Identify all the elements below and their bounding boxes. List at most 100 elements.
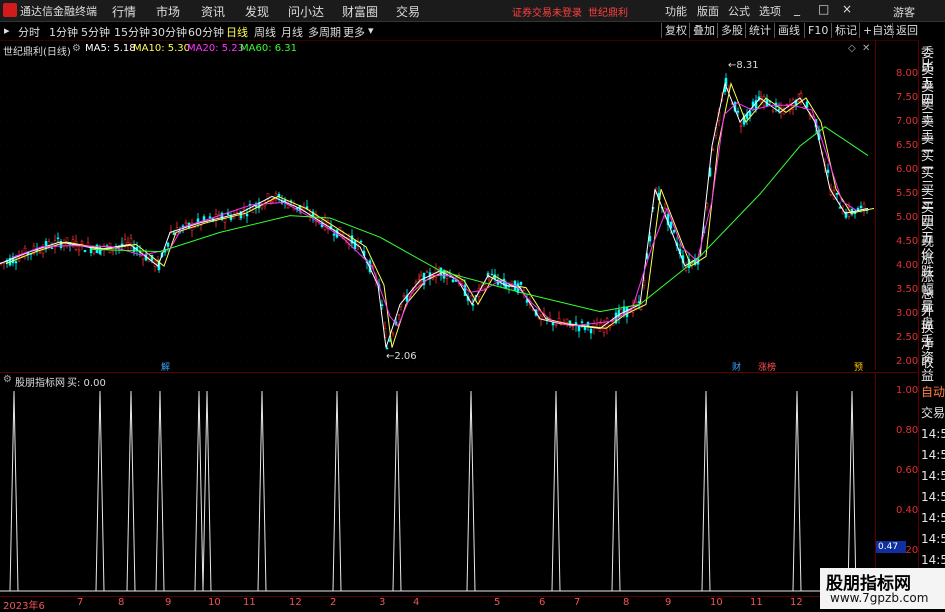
stats-button[interactable]: 统计 <box>745 23 774 38</box>
candle-body <box>353 240 357 250</box>
maximize-button[interactable]: □ <box>818 2 829 16</box>
indicator-tick-label: 0.80 <box>896 425 919 436</box>
tool-layout[interactable]: 版面 <box>697 3 719 19</box>
candle-body <box>826 169 830 174</box>
time-tick-label: 11 <box>750 597 763 608</box>
buy-signal-spike <box>551 390 561 592</box>
title-bar <box>0 0 945 22</box>
candle-body <box>736 110 740 113</box>
candle-body <box>805 101 809 108</box>
time-tick-label: 12 <box>289 597 302 608</box>
menu-item-trade[interactable]: 交易 <box>396 3 420 20</box>
candle-body <box>577 326 581 332</box>
collapse-icon[interactable]: ▸ <box>4 24 10 37</box>
candle-body <box>129 238 133 245</box>
price-tick-label: 3.50 <box>896 284 919 295</box>
candle-body <box>705 202 709 208</box>
candle-body <box>92 249 96 254</box>
candle-body <box>269 201 273 203</box>
candle-body <box>637 301 641 303</box>
tab-1min[interactable]: 1分钟 <box>49 24 78 40</box>
buy-signal-spike <box>611 390 621 592</box>
time-tick-label: 4 <box>413 597 420 608</box>
tab-15min[interactable]: 15分钟 <box>114 24 150 40</box>
tab-monthly[interactable]: 月线 <box>281 24 303 40</box>
candle-body <box>166 242 170 247</box>
tab-daily[interactable]: 日线 <box>226 24 248 40</box>
f10-button[interactable]: F10 <box>804 23 831 38</box>
price-tick-label: 6.50 <box>896 140 919 151</box>
tab-60min[interactable]: 60分钟 <box>188 24 224 40</box>
price-tick-label: 2.00 <box>896 356 919 367</box>
draw-button[interactable]: 画线 <box>774 23 803 38</box>
price-tick-label: 6.00 <box>896 164 919 175</box>
candle-body <box>141 254 145 260</box>
menu-item-discover[interactable]: 发现 <box>245 3 269 20</box>
pane-divider <box>0 372 918 373</box>
close-button[interactable]: × <box>842 2 852 16</box>
price-tick-label: 5.00 <box>896 212 919 223</box>
menu-item-wealth[interactable]: 财富圈 <box>342 3 378 20</box>
tab-5min[interactable]: 5分钟 <box>81 24 110 40</box>
indicator-chart[interactable] <box>0 385 875 596</box>
time-tick-label: 2023年6 <box>3 601 45 612</box>
candlestick-chart[interactable] <box>0 40 875 370</box>
tab-intraday[interactable]: 分时 <box>18 24 40 40</box>
candle-body <box>385 347 389 350</box>
menu-item-ask[interactable]: 问小达 <box>288 3 324 20</box>
user-label[interactable]: 游客 <box>893 4 915 20</box>
login-notice[interactable]: 证券交易未登录 <box>512 4 582 19</box>
candle-body <box>483 284 487 289</box>
candle-body <box>431 277 435 280</box>
minimize-button[interactable]: _ <box>794 2 800 16</box>
auto-trade-label[interactable]: 自动 <box>921 386 945 399</box>
overlay-button[interactable]: 叠加 <box>689 23 718 38</box>
indicator-tick-label: 0.60 <box>896 465 919 476</box>
buy-signal-spike <box>155 390 165 592</box>
back-button[interactable]: 返回 <box>892 23 921 38</box>
candle-body <box>739 125 743 128</box>
candle-body <box>235 211 239 214</box>
buy-signal-spike <box>332 390 342 592</box>
candle-body <box>510 280 514 284</box>
tab-weekly[interactable]: 周线 <box>254 24 276 40</box>
menu-item-news[interactable]: 资讯 <box>201 3 225 20</box>
tab-more[interactable]: 更多 <box>343 24 365 40</box>
buy-signal-spike <box>126 390 136 592</box>
multi-stock-button[interactable]: 多股 <box>717 23 746 38</box>
candle-body <box>245 213 249 217</box>
tab-30min[interactable]: 30分钟 <box>151 24 187 40</box>
buy-signal-spike <box>847 390 857 592</box>
candle-body <box>184 221 188 224</box>
price-tick-label: 7.00 <box>896 116 919 127</box>
tool-function[interactable]: 功能 <box>665 3 687 19</box>
candle-body <box>332 233 336 236</box>
candle-body <box>50 247 54 249</box>
tool-formula[interactable]: 公式 <box>728 3 750 19</box>
candle-body <box>172 232 176 236</box>
time-tick-label: 9 <box>165 597 172 608</box>
tick-time-label: 14:5 <box>921 532 945 546</box>
time-tick-label: 11 <box>243 597 256 608</box>
indicator-tick-label: 1.00 <box>896 385 919 396</box>
candle-body <box>402 295 406 297</box>
menu-item-quote[interactable]: 行情 <box>112 3 136 20</box>
low-annotation: ←2.06 <box>386 351 417 362</box>
indicator-axis: 1.00 0.80 0.60 0.40 0.20 <box>875 373 919 596</box>
indicator-tick-label: 0.40 <box>896 505 919 516</box>
time-tick-label: 8 <box>623 597 630 608</box>
tick-time-label: 14:5 <box>921 553 945 567</box>
candle-body <box>771 109 775 112</box>
adjust-button[interactable]: 复权 <box>661 23 690 38</box>
time-tick-label: 10 <box>208 597 221 608</box>
tick-time-label: 14:5 <box>921 448 945 462</box>
auto-trade-label[interactable]: 交易 <box>921 407 945 420</box>
tab-multi-period[interactable]: 多周期 <box>308 24 341 40</box>
mark-button[interactable]: 标记 <box>831 23 860 38</box>
more-dropdown-icon[interactable]: ▾ <box>368 24 374 37</box>
tool-options[interactable]: 选项 <box>759 3 781 19</box>
candle-body <box>380 304 384 306</box>
menu-item-market[interactable]: 市场 <box>156 3 180 20</box>
indicator-settings-icon[interactable]: ⚙ <box>3 374 12 385</box>
indicator-marker: 0.47 <box>876 541 906 553</box>
